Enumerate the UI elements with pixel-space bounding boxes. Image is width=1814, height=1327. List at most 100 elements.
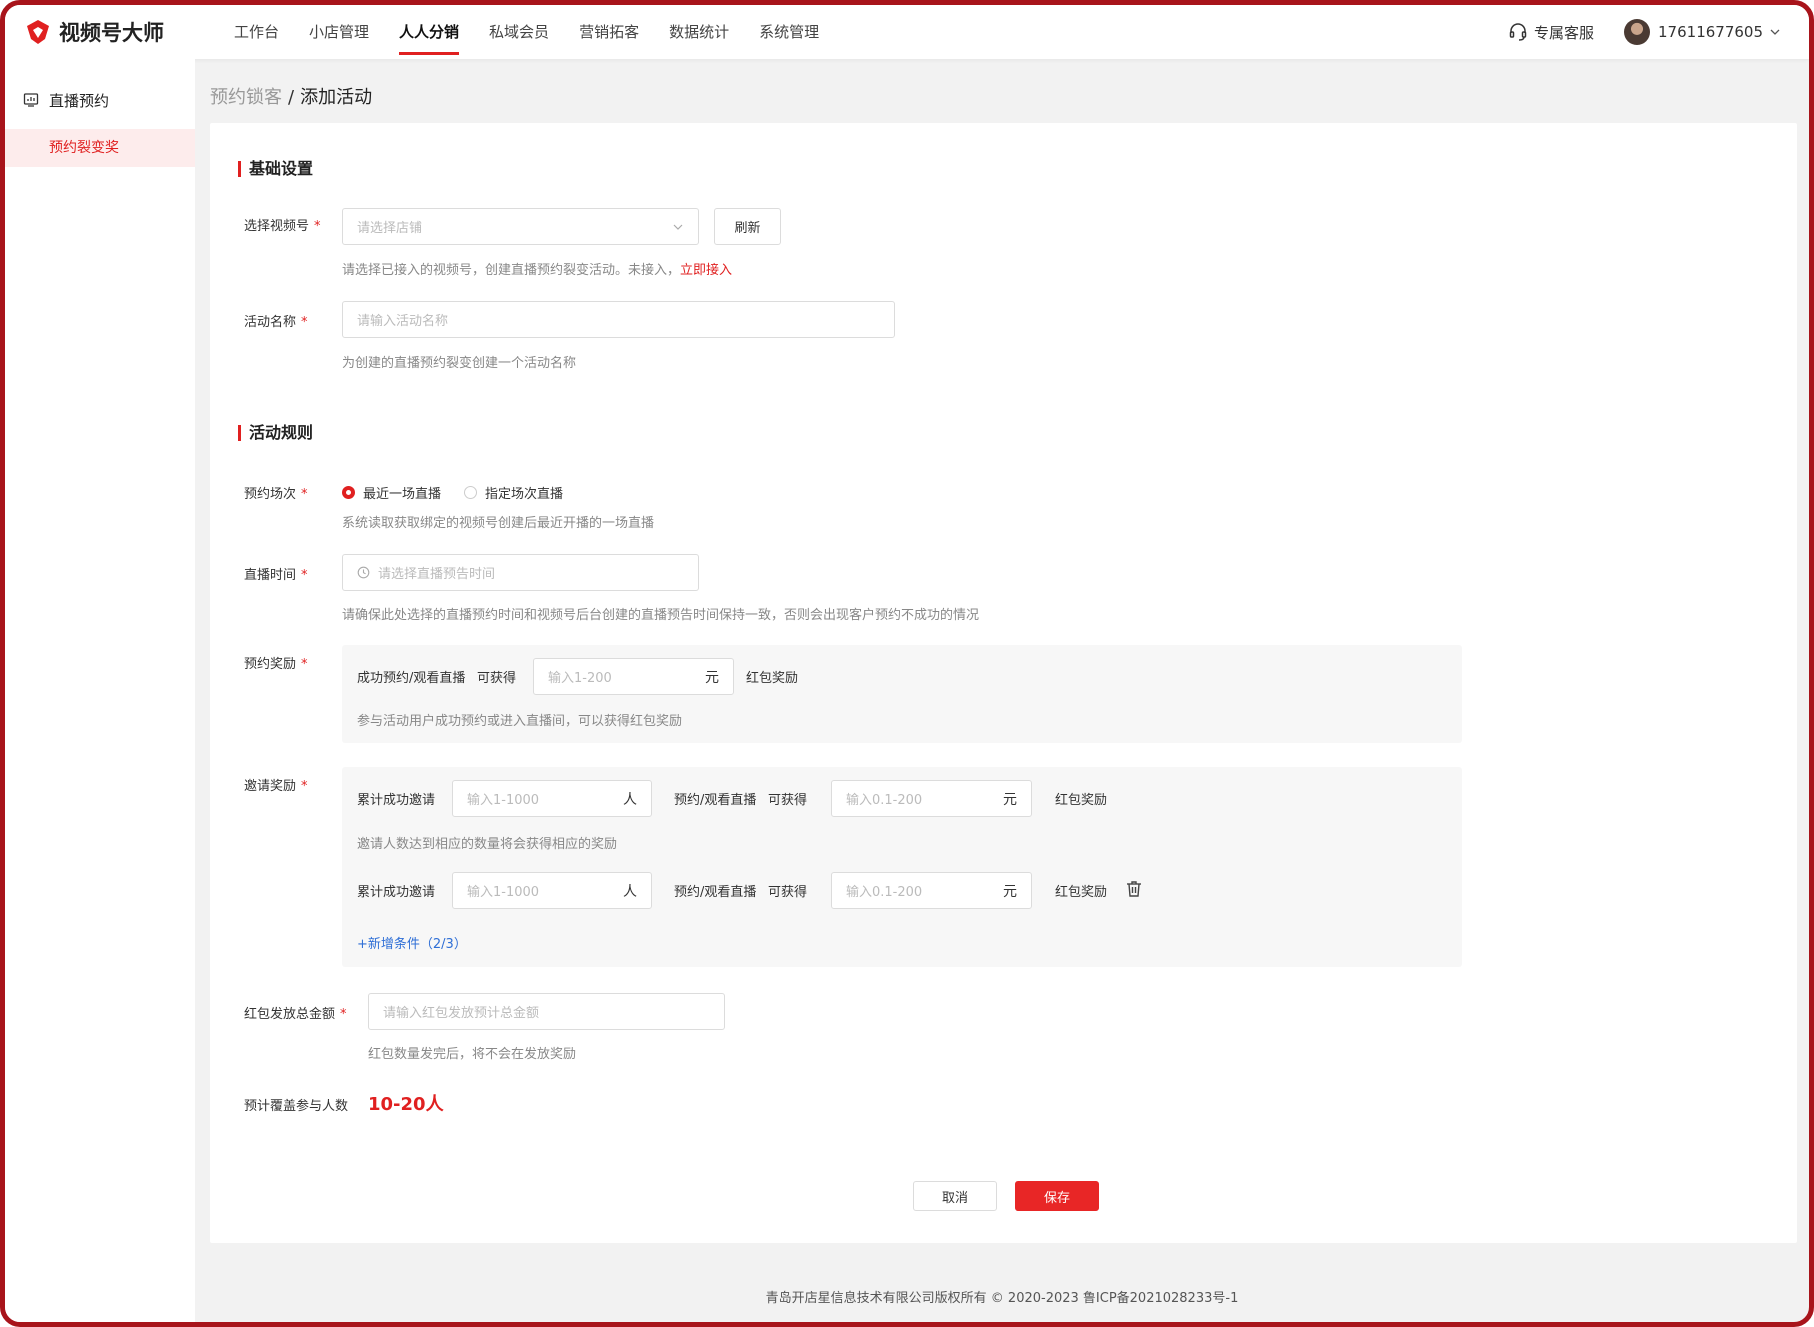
breadcrumb-current: 添加活动 — [300, 87, 373, 108]
invite-reward-box: 累计成功邀请 输入1-1000 人 预约/观看直播 可获得 输入0.1-200 … — [342, 767, 1462, 967]
required-mark: * — [301, 568, 308, 583]
monitor-chart-icon — [23, 93, 39, 107]
breadcrumb-parent[interactable]: 预约锁客 — [210, 87, 282, 108]
radio-latest-live[interactable]: 最近一场直播 — [342, 483, 441, 502]
invite-row-1-prefix: 累计成功邀请 — [357, 793, 436, 808]
support-button[interactable]: 专属客服 — [1508, 22, 1594, 43]
nav-item-workbench[interactable]: 工作台 — [219, 5, 294, 59]
breadcrumb: 预约锁客 / 添加活动 — [210, 83, 372, 109]
chevron-down-icon — [1770, 29, 1780, 35]
required-mark: * — [301, 657, 308, 672]
invite-row-2-count-placeholder: 输入1-1000 — [467, 885, 540, 900]
breadcrumb-separator: / — [288, 87, 295, 108]
session-label: 预约场次 * — [244, 483, 308, 502]
user-menu[interactable]: 17611677605 — [1624, 19, 1781, 45]
invite-reward-label: 邀请奖励 * — [244, 775, 308, 794]
support-label: 专属客服 — [1534, 23, 1595, 42]
top-right: 专属客服 17611677605 — [1508, 19, 1781, 45]
reserve-reward-unit: 元 — [705, 669, 719, 686]
invite-row-1-count-unit: 人 — [623, 791, 637, 808]
activity-name-label-text: 活动名称 — [244, 315, 297, 330]
total-amount-placeholder: 请输入红包发放预计总金额 — [383, 1006, 540, 1021]
radio-unchecked-icon — [464, 486, 477, 499]
invite-row-2-count-input[interactable]: 输入1-1000 人 — [452, 872, 652, 909]
live-time-label: 直播时间 * — [244, 564, 308, 583]
invite-row-1-count-input[interactable]: 输入1-1000 人 — [452, 780, 652, 817]
invite-row-2-mid: 预约/观看直播 — [674, 885, 757, 900]
reserve-reward-label: 预约奖励 * — [244, 653, 308, 672]
sidebar-group-label: 直播预约 — [49, 91, 110, 110]
activity-name-label: 活动名称 * — [244, 311, 308, 330]
total-amount-input[interactable]: 请输入红包发放预计总金额 — [368, 993, 725, 1030]
clock-icon — [357, 566, 370, 579]
sidebar-group-live-reserve[interactable]: 直播预约 — [5, 71, 195, 129]
invite-row-1-can-get: 可获得 — [768, 793, 808, 808]
estimate-label: 预计覆盖参与人数 — [244, 1099, 349, 1114]
invite-row-2-reward: 红包奖励 — [1055, 885, 1108, 900]
invite-row-1-mid: 预约/观看直播 — [674, 793, 757, 808]
session-hint: 系统读取获取绑定的视频号创建后最近开播的一场直播 — [342, 516, 655, 531]
activity-name-placeholder: 请输入活动名称 — [357, 314, 449, 329]
reserve-reward-hint: 参与活动用户成功预约或进入直播间，可以获得红包奖励 — [357, 714, 683, 729]
sidebar-item-reserve-fission[interactable]: 预约裂变奖 — [5, 129, 195, 167]
save-button[interactable]: 保存 — [1015, 1181, 1099, 1211]
connect-now-link[interactable]: 立即接入 — [680, 263, 732, 278]
channel-hint: 请选择已接入的视频号，创建直播预约裂变活动。未接入，立即接入 — [342, 259, 732, 278]
required-mark: * — [314, 219, 321, 234]
brand[interactable]: 视频号大师 — [23, 17, 219, 47]
add-condition-link[interactable]: +新增条件（2/3） — [357, 933, 467, 952]
sidebar: 直播预约 预约裂变奖 — [5, 59, 195, 1322]
live-time-label-text: 直播时间 — [244, 568, 297, 583]
nav-item-members[interactable]: 私域会员 — [474, 5, 564, 59]
radio-specified-live-label: 指定场次直播 — [485, 487, 564, 502]
user-phone: 17611677605 — [1658, 23, 1763, 41]
required-mark: * — [301, 487, 308, 502]
form-panel: 基础设置 选择视频号 * 请选择店铺 刷新 请选择已接入的视频号，创建直播预约裂变… — [210, 123, 1797, 1243]
chevron-down-icon — [673, 224, 683, 230]
brand-logo-icon — [27, 20, 49, 44]
estimate-value: 10-20人 — [368, 1094, 444, 1115]
trash-icon[interactable] — [1124, 879, 1144, 899]
section-title-rules: 活动规则 — [238, 425, 313, 441]
main-nav: 工作台 小店管理 人人分销 私域会员 营销拓客 数据统计 系统管理 — [219, 5, 834, 59]
reserve-reward-amount-input[interactable]: 输入1-200 元 — [533, 658, 734, 695]
nav-item-distribution[interactable]: 人人分销 — [384, 5, 474, 59]
reserve-reward-label-text: 预约奖励 — [244, 657, 297, 672]
refresh-button[interactable]: 刷新 — [714, 208, 781, 245]
invite-row-1-reward: 红包奖励 — [1055, 793, 1108, 808]
invite-row-1-amount-placeholder: 输入0.1-200 — [846, 793, 923, 808]
session-label-text: 预约场次 — [244, 487, 297, 502]
live-time-picker[interactable]: 请选择直播预告时间 — [342, 554, 699, 591]
nav-item-stats[interactable]: 数据统计 — [654, 5, 744, 59]
live-time-placeholder: 请选择直播预告时间 — [378, 567, 496, 582]
invite-reward-hint: 邀请人数达到相应的数量将会获得相应的奖励 — [357, 837, 618, 852]
headset-icon — [1509, 23, 1527, 41]
activity-name-input[interactable]: 请输入活动名称 — [342, 301, 895, 338]
invite-row-1-amount-unit: 元 — [1003, 791, 1017, 808]
nav-item-shop[interactable]: 小店管理 — [294, 5, 384, 59]
reserve-reward-prefix: 成功预约/观看直播 — [357, 671, 466, 686]
total-amount-hint: 红包数量发完后，将不会在发放奖励 — [368, 1047, 577, 1062]
invite-row-2-amount-input[interactable]: 输入0.1-200 元 — [831, 872, 1032, 909]
invite-row-1-count-placeholder: 输入1-1000 — [467, 793, 540, 808]
channel-label: 选择视频号 * — [244, 215, 321, 234]
reserve-reward-type: 红包奖励 — [746, 671, 799, 686]
nav-item-marketing[interactable]: 营销拓客 — [564, 5, 654, 59]
channel-select[interactable]: 请选择店铺 — [342, 208, 699, 245]
cancel-button[interactable]: 取消 — [913, 1181, 997, 1211]
required-mark: * — [301, 779, 308, 794]
avatar — [1624, 19, 1651, 45]
required-mark: * — [301, 315, 308, 330]
invite-row-1-amount-input[interactable]: 输入0.1-200 元 — [831, 780, 1032, 817]
radio-checked-icon — [342, 486, 355, 499]
invite-row-2-can-get: 可获得 — [768, 885, 808, 900]
channel-hint-text: 请选择已接入的视频号，创建直播预约裂变活动。未接入， — [342, 263, 681, 278]
invite-row-2-amount-unit: 元 — [1003, 883, 1017, 900]
channel-label-text: 选择视频号 — [244, 219, 310, 234]
invite-row-2-prefix: 累计成功邀请 — [357, 885, 436, 900]
total-amount-label: 红包发放总金额 * — [244, 1003, 347, 1022]
nav-item-system[interactable]: 系统管理 — [744, 5, 834, 59]
radio-specified-live[interactable]: 指定场次直播 — [464, 483, 563, 502]
footer-copyright: 青岛开店星信息技术有限公司版权所有 © 2020-2023 鲁ICP备20210… — [765, 1291, 1239, 1306]
radio-latest-live-label: 最近一场直播 — [363, 487, 442, 502]
